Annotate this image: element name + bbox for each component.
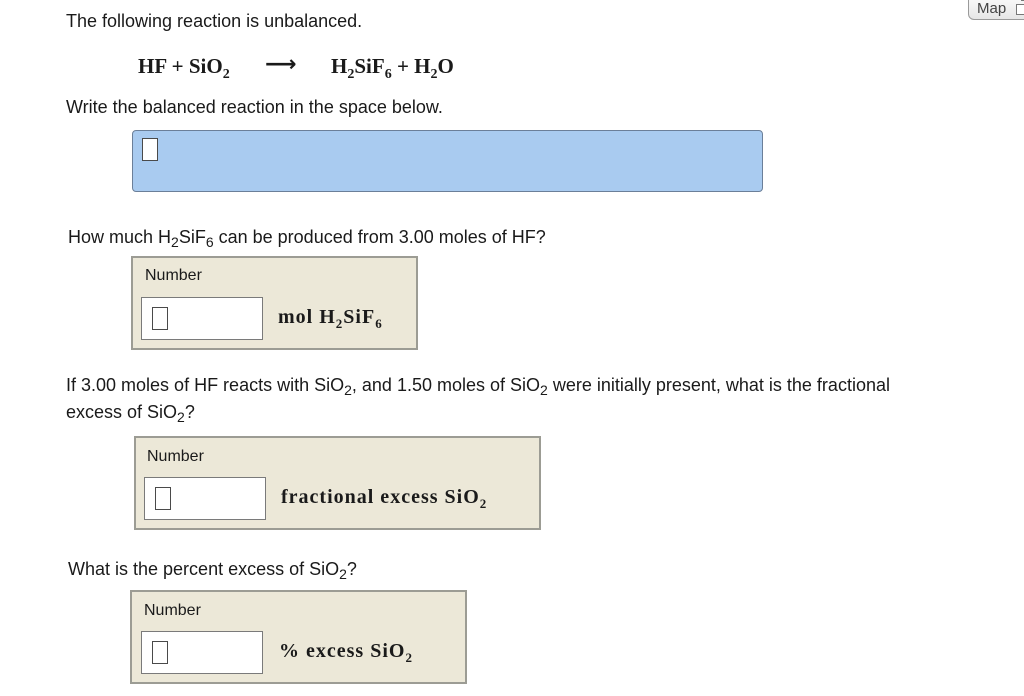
map-button[interactable]: Map bbox=[968, 0, 1024, 20]
map-button-label: Map bbox=[977, 0, 1007, 17]
plus-sign: + bbox=[396, 54, 409, 78]
reactant-hf: HF bbox=[138, 54, 167, 78]
question-3-answer-panel: Number % excess SiO2 bbox=[130, 590, 467, 684]
question-2-line-1: If 3.00 moles of HF reacts with SiO2, an… bbox=[66, 375, 890, 398]
reaction-products: H2SiF6 + H2O bbox=[331, 54, 454, 82]
number-label: Number bbox=[144, 602, 201, 619]
q3-unit: % excess SiO2 bbox=[279, 640, 413, 665]
product-h2sif6: H2SiF6 bbox=[331, 54, 392, 82]
reaction-arrow: ⟶ bbox=[265, 52, 297, 77]
question-3-text: What is the percent excess of SiO2? bbox=[68, 559, 357, 582]
q3-number-input[interactable] bbox=[141, 631, 263, 674]
input-cursor-box bbox=[155, 487, 171, 510]
question-2-line-2: excess of SiO2? bbox=[66, 402, 195, 425]
question-1-text: How much H2SiF6 can be produced from 3.0… bbox=[68, 227, 546, 250]
number-label: Number bbox=[145, 267, 202, 284]
plus-sign: + bbox=[171, 54, 184, 78]
reactant-sio2: SiO2 bbox=[188, 54, 230, 82]
q2-unit: fractional excess SiO2 bbox=[281, 486, 488, 511]
external-link-icon bbox=[1016, 0, 1024, 15]
q2-number-input[interactable] bbox=[144, 477, 266, 520]
intro-text: The following reaction is unbalanced. bbox=[66, 11, 363, 31]
balanced-equation-input[interactable] bbox=[132, 130, 763, 192]
q1-unit: mol H2SiF6 bbox=[278, 306, 383, 331]
question-2-text: If 3.00 moles of HF reacts with SiO2, an… bbox=[66, 372, 986, 426]
number-label: Number bbox=[147, 448, 204, 465]
input-cursor-box bbox=[152, 641, 168, 664]
product-h2o: H2O bbox=[414, 54, 454, 82]
equation-cursor-box[interactable] bbox=[142, 138, 158, 161]
unbalanced-reaction: HF + SiO2 bbox=[138, 54, 230, 82]
question-2-answer-panel: Number fractional excess SiO2 bbox=[134, 436, 541, 530]
question-1-answer-panel: Number mol H2SiF6 bbox=[131, 256, 418, 350]
q1-number-input[interactable] bbox=[141, 297, 263, 340]
instruction-text: Write the balanced reaction in the space… bbox=[66, 97, 443, 117]
input-cursor-box bbox=[152, 307, 168, 330]
